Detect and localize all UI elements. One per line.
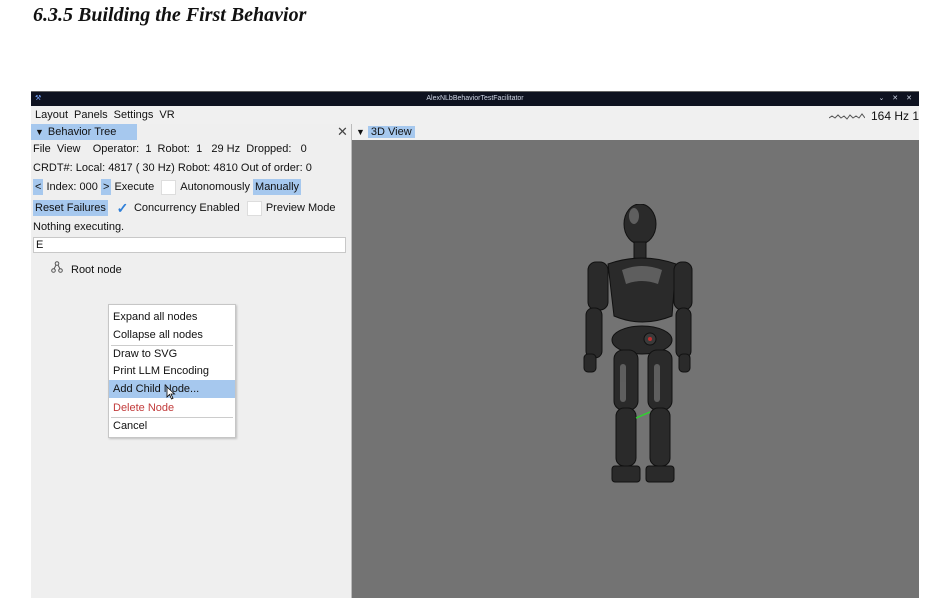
- main-menubar: Layout Panels Settings VR: [31, 106, 919, 124]
- menu-panels[interactable]: Panels: [74, 109, 108, 121]
- mouse-cursor-icon: [166, 386, 176, 400]
- tree-root-node[interactable]: Root node: [51, 261, 122, 277]
- operator-status-text: Operator: 1 Robot: 1 29 Hz Dropped: 0: [92, 143, 307, 155]
- close-panel-icon[interactable]: ✕: [337, 124, 348, 140]
- menu-item-collapse-all[interactable]: Collapse all nodes: [109, 326, 235, 344]
- root-node-label: Root node: [71, 264, 122, 276]
- concurrency-label: Concurrency Enabled: [133, 202, 240, 214]
- tab-3d-view[interactable]: ▼ 3D View: [352, 124, 415, 140]
- menu-settings[interactable]: Settings: [114, 109, 154, 121]
- autonomously-checkbox[interactable]: [161, 179, 177, 195]
- behavior-tree-panel: ▼ Behavior Tree ✕ File View Operator: 1 R…: [31, 124, 352, 598]
- previous-index-button[interactable]: <: [33, 179, 44, 195]
- reset-failures-button[interactable]: Reset Failures: [33, 200, 108, 216]
- index-text: Index: 000: [46, 181, 98, 193]
- 3d-view-tabbar: ▼ 3D View: [352, 124, 919, 140]
- tab-behavior-tree-label: Behavior Tree: [47, 126, 117, 138]
- menu-layout[interactable]: Layout: [35, 109, 68, 121]
- execution-controls-row: < Index: 000 > Execute Autonomously Manu…: [33, 179, 302, 195]
- node-context-menu: Expand all nodes Collapse all nodes Draw…: [108, 304, 236, 438]
- crdt-status-text: CRDT#: Local: 4817 ( 30 Hz) Robot: 4810 …: [33, 162, 312, 174]
- panel-menu-file[interactable]: File: [33, 143, 51, 155]
- menu-vr[interactable]: VR: [159, 109, 174, 121]
- execute-button[interactable]: Execute: [114, 181, 154, 193]
- menu-item-print-llm-encoding[interactable]: Print LLM Encoding: [109, 362, 235, 380]
- collapse-triangle-icon[interactable]: ▼: [35, 127, 44, 137]
- tree-search-input[interactable]: E: [33, 237, 346, 253]
- tab-behavior-tree[interactable]: ▼ Behavior Tree: [31, 124, 137, 140]
- menu-item-expand-all[interactable]: Expand all nodes: [109, 308, 235, 326]
- preview-mode-label: Preview Mode: [265, 202, 336, 214]
- rate-text: 164 Hz 1: [870, 109, 919, 123]
- rate-indicator: 164 Hz 1: [828, 106, 919, 124]
- window-title: AlexNLbBehaviorTestFacilitator: [426, 95, 524, 102]
- section-heading: 6.3.5 Building the First Behavior: [33, 4, 307, 26]
- collapse-triangle-icon[interactable]: ▼: [356, 127, 365, 137]
- panel-menu-status-row: File View Operator: 1 Robot: 1 29 Hz Dro…: [33, 141, 307, 157]
- execution-status-text: Nothing executing.: [33, 221, 125, 233]
- rate-sparkline: [828, 112, 865, 120]
- window-titlebar: ⚒ AlexNLbBehaviorTestFacilitator ⌄ ✕ ✕: [31, 92, 919, 106]
- panel-menu-view[interactable]: View: [57, 143, 81, 155]
- failure-controls-row: Reset Failures ✓ Concurrency Enabled Prev…: [33, 200, 336, 216]
- tab-3d-view-label: 3D View: [367, 126, 415, 138]
- menu-item-cancel[interactable]: Cancel: [109, 417, 235, 435]
- menu-item-delete-node[interactable]: Delete Node: [109, 399, 235, 417]
- 3d-view-panel[interactable]: ▼ 3D View: [352, 124, 919, 598]
- humanoid-robot-model: [583, 204, 693, 483]
- manually-button[interactable]: Manually: [253, 179, 302, 195]
- app-window: ⚒ AlexNLbBehaviorTestFacilitator ⌄ ✕ ✕ L…: [31, 91, 919, 598]
- concurrency-checkbox[interactable]: ✓: [115, 200, 130, 216]
- tree-node-icon: [51, 261, 63, 277]
- next-index-button[interactable]: >: [100, 179, 112, 195]
- window-controls[interactable]: ⌄ ✕ ✕: [879, 92, 916, 106]
- preview-mode-checkbox[interactable]: [246, 200, 262, 216]
- menu-item-draw-svg[interactable]: Draw to SVG: [109, 345, 235, 363]
- autonomously-label: Autonomously: [180, 181, 250, 193]
